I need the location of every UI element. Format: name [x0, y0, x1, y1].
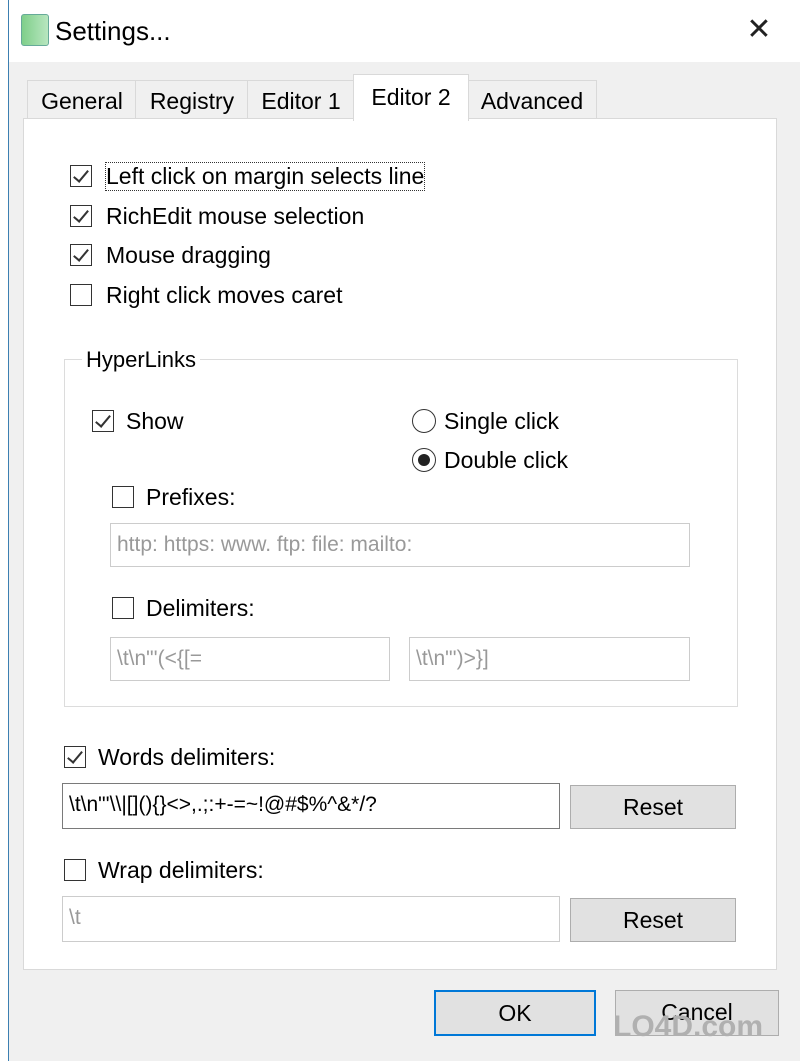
tab-advanced[interactable]: Advanced — [467, 80, 597, 119]
settings-dialog: Settings... ✕ General Registry Editor 1 … — [8, 0, 800, 1061]
single-click-label[interactable]: Single click — [444, 408, 559, 435]
tab-editor-2[interactable]: Editor 2 — [353, 74, 469, 121]
delimiters-label[interactable]: Delimiters: — [146, 595, 255, 622]
double-click-radio[interactable] — [412, 448, 436, 472]
title-bar: Settings... ✕ — [9, 0, 800, 62]
delimiters-checkbox[interactable] — [112, 597, 134, 619]
tab-registry[interactable]: Registry — [135, 80, 249, 119]
ok-button[interactable]: OK — [434, 990, 596, 1036]
left-click-margin-label[interactable]: Left click on margin selects line — [104, 162, 426, 191]
show-checkbox[interactable] — [92, 410, 114, 432]
tab-editor-1[interactable]: Editor 1 — [247, 80, 355, 119]
words-reset-button[interactable]: Reset — [570, 785, 736, 829]
double-click-label[interactable]: Double click — [444, 447, 568, 474]
wrap-delimiters-checkbox[interactable] — [64, 859, 86, 881]
richedit-selection-checkbox[interactable] — [70, 205, 92, 227]
words-delimiters-checkbox[interactable] — [64, 746, 86, 768]
prefixes-checkbox[interactable] — [112, 486, 134, 508]
wrap-delimiters-label[interactable]: Wrap delimiters: — [98, 857, 264, 884]
show-label[interactable]: Show — [126, 408, 184, 435]
notepad-icon — [21, 14, 49, 46]
words-delimiters-input[interactable]: \t\n"'\\|[](){}<>,.;:+-=~!@#$%^&*/? — [62, 783, 560, 829]
right-click-caret-checkbox[interactable] — [70, 284, 92, 306]
left-click-margin-checkbox[interactable] — [70, 165, 92, 187]
single-click-radio[interactable] — [412, 409, 436, 433]
prefixes-label[interactable]: Prefixes: — [146, 484, 235, 511]
right-click-caret-label[interactable]: Right click moves caret — [106, 282, 342, 309]
close-delimiters-input[interactable]: \t\n"')>}] — [409, 637, 690, 681]
window-title: Settings... — [55, 16, 171, 46]
richedit-selection-label[interactable]: RichEdit mouse selection — [106, 203, 364, 230]
prefixes-input[interactable]: http: https: www. ftp: file: mailto: — [110, 523, 690, 567]
hyperlinks-title: HyperLinks — [82, 347, 201, 373]
tab-general[interactable]: General — [27, 80, 137, 119]
tab-panel: Left click on margin selects line RichEd… — [23, 118, 777, 970]
wrap-reset-button[interactable]: Reset — [570, 898, 736, 942]
mouse-dragging-label[interactable]: Mouse dragging — [106, 242, 271, 269]
watermark: LO4D.com — [613, 1010, 764, 1043]
mouse-dragging-checkbox[interactable] — [70, 244, 92, 266]
open-delimiters-input[interactable]: \t\n"'(<{[= — [110, 637, 390, 681]
wrap-delimiters-input[interactable]: \t — [62, 896, 560, 942]
close-button[interactable]: ✕ — [739, 10, 779, 50]
words-delimiters-label[interactable]: Words delimiters: — [98, 744, 275, 771]
